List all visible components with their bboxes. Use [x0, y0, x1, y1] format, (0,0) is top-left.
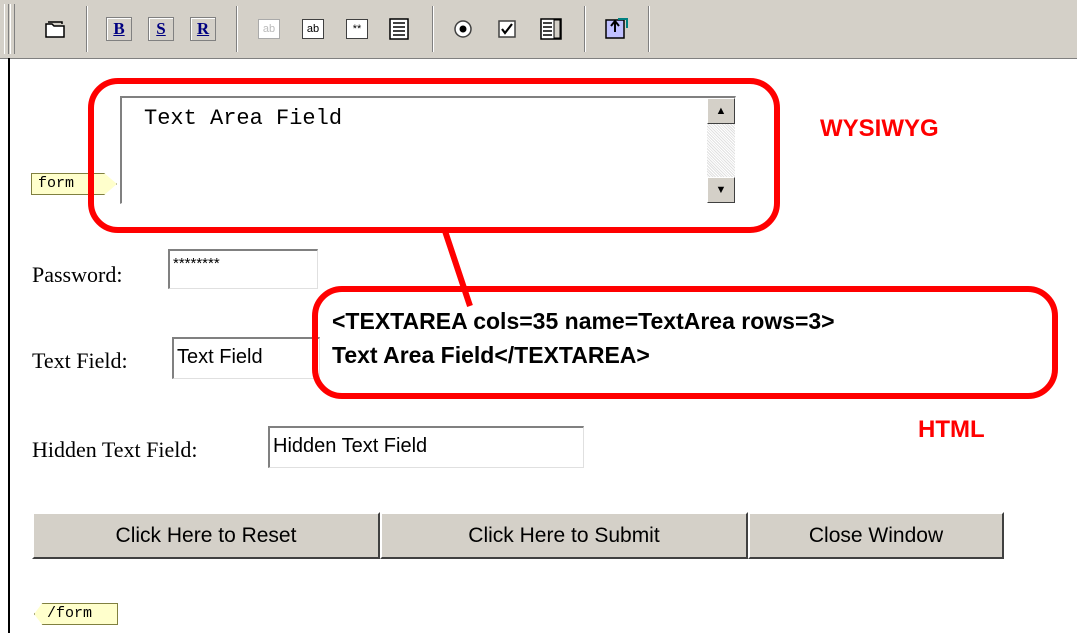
password-label: Password:	[32, 262, 123, 287]
toolbar-separator	[236, 6, 238, 52]
listbox-tool[interactable]	[538, 16, 564, 42]
text-field-button[interactable]: ab	[300, 16, 326, 42]
text-field-icon: ab	[302, 19, 324, 39]
wysiwyg-callout	[88, 78, 780, 233]
password-field-button[interactable]: **	[344, 16, 370, 42]
checkbox-icon	[498, 20, 516, 38]
strike-button[interactable]: S	[148, 16, 174, 42]
hidden-text-field[interactable]: Hidden Text Field	[268, 426, 584, 468]
html-code-line-1: <TEXTAREA cols=35 name=TextArea rows=3>	[332, 308, 835, 334]
password-field[interactable]: ********	[168, 249, 318, 289]
radio-button-tool[interactable]	[450, 16, 476, 42]
hidden-text-field-label: Hidden Text Field:	[32, 437, 198, 462]
editor-left-border	[8, 58, 10, 633]
listbox-icon	[540, 18, 562, 40]
wysiwyg-annotation: WYSIWYG	[820, 115, 939, 142]
bold-button[interactable]: B	[106, 16, 132, 42]
textarea-icon	[389, 18, 409, 40]
toolbar-separator	[584, 6, 586, 52]
text-field-label: Text Field:	[32, 348, 128, 373]
strike-label: S	[148, 17, 174, 41]
folder-icon	[45, 21, 65, 38]
toolbar-separator	[432, 6, 434, 52]
bold-label: B	[106, 17, 132, 41]
toolbar-grip[interactable]	[10, 4, 15, 54]
checkbox-tool[interactable]	[494, 16, 520, 42]
close-window-button[interactable]: Close Window	[748, 512, 1004, 559]
hidden-field-button[interactable]: ab	[256, 16, 282, 42]
submit-tool[interactable]	[604, 16, 630, 42]
toolbar-grip[interactable]	[4, 4, 9, 54]
html-code-line-2: Text Area Field</TEXTAREA>	[332, 342, 650, 368]
submit-icon	[605, 18, 628, 39]
open-icon[interactable]	[42, 16, 68, 42]
html-annotation: HTML	[918, 416, 985, 443]
password-field-icon: **	[346, 19, 368, 39]
hidden-field-icon: ab	[258, 19, 280, 39]
radio-icon	[454, 20, 472, 38]
toolbar-separator	[648, 6, 650, 52]
r-button[interactable]: R	[190, 16, 216, 42]
form-close-tag[interactable]: /form	[34, 603, 118, 625]
reset-button[interactable]: Click Here to Reset	[32, 512, 380, 559]
r-label: R	[190, 17, 216, 41]
textarea-button[interactable]	[386, 16, 412, 42]
text-field[interactable]: Text Field	[172, 337, 320, 379]
submit-button[interactable]: Click Here to Submit	[380, 512, 748, 559]
toolbar-separator	[86, 6, 88, 52]
toolbar: B S R ab ab **	[0, 0, 1077, 59]
